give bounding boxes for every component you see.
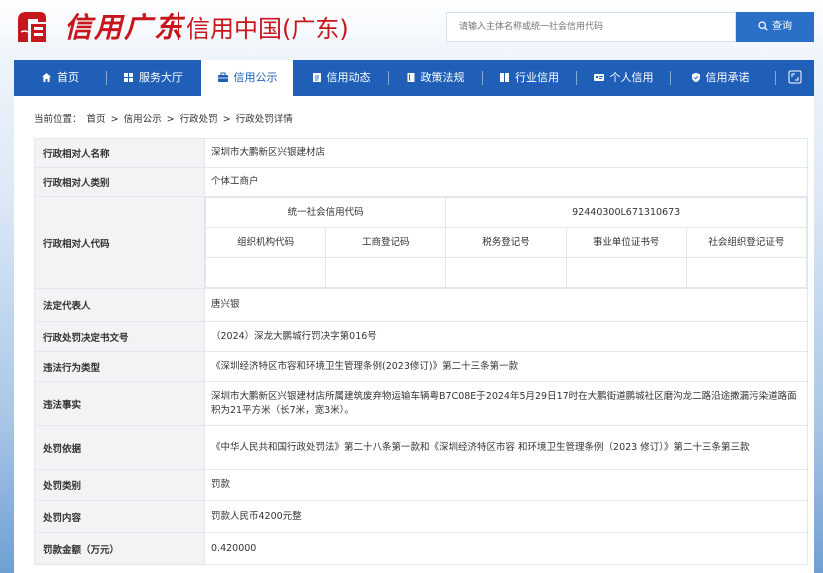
- search-button[interactable]: 查询: [736, 12, 814, 42]
- search-button-label: 查询: [772, 21, 792, 32]
- breadcrumb-prefix: 当前位置：: [34, 114, 82, 125]
- nav-label-policies: 政策法规: [420, 71, 465, 84]
- breadcrumb-item-administrative-penalty[interactable]: 行政处罚: [180, 114, 218, 125]
- row-label: 法定代表人: [34, 288, 205, 322]
- table-row: 处罚内容 罚款人民币4200元整: [34, 500, 808, 533]
- code-subtable-cell: 统一社会信用代码 92440300L671310673 组织机构代码 工商登记码…: [204, 196, 808, 289]
- nav-label-home: 首页: [57, 71, 79, 84]
- id-card-icon: [593, 74, 604, 81]
- org-code-value: [204, 257, 327, 288]
- nav-item-industry-credit[interactable]: 行业信用: [483, 60, 575, 96]
- row-label: 行政相对人类别: [34, 167, 205, 197]
- document-icon: [312, 73, 321, 82]
- breadcrumb-item-credit-disclosure[interactable]: 信用公示: [124, 114, 162, 125]
- penalty-detail-table: 行政相对人名称 深圳市大鹏新区兴银建材店 行政相对人类别 个体工商户 行政相对人…: [34, 138, 808, 565]
- nav-item-credit-disclosure[interactable]: 信用公示: [201, 60, 293, 96]
- site-header: 信用广东 信用中国(广东) 查询: [0, 0, 823, 58]
- table-row: 处罚类别 罚款: [34, 469, 808, 501]
- columns-icon: [500, 73, 509, 82]
- tax-reg-label: 税务登记号: [445, 227, 567, 258]
- business-reg-value: [325, 257, 447, 288]
- business-reg-label: 工商登记码: [325, 227, 447, 258]
- code-subtable: 统一社会信用代码 92440300L671310673 组织机构代码 工商登记码…: [204, 197, 808, 288]
- book-icon: [407, 73, 414, 82]
- row-label: 处罚类别: [34, 469, 205, 501]
- nav-label-service-hall: 服务大厅: [139, 71, 183, 84]
- row-value: 唐兴银: [204, 288, 808, 322]
- row-value: 罚款人民币4200元整: [204, 500, 808, 533]
- nav-item-credit-commitment[interactable]: 信用承诺: [671, 60, 769, 96]
- search-icon: [758, 21, 768, 31]
- content-panel: 当前位置： 首页 > 信用公示 > 行政处罚 > 行政处罚详情 行政相对人名称 …: [14, 96, 814, 573]
- table-row: 行政相对人代码 统一社会信用代码 92440300L671310673 组织机构…: [34, 196, 808, 289]
- table-row: 法定代表人 唐兴银: [34, 288, 808, 322]
- fullscreen-icon: [788, 70, 802, 84]
- table-row: 违法行为类型 《深圳经济特区市容和环境卫生管理条例(2023修订)》第二十三条第…: [34, 351, 808, 382]
- breadcrumb-separator: >: [222, 114, 231, 125]
- public-institution-label: 事业单位证书号: [565, 227, 687, 258]
- nav-label-credit-disclosure: 信用公示: [233, 71, 278, 84]
- row-value: 罚款: [204, 469, 808, 501]
- breadcrumb-separator: >: [166, 114, 175, 125]
- logo-divider: [178, 12, 179, 40]
- social-org-label: 社会组织登记证号: [685, 227, 808, 258]
- row-label: 处罚内容: [34, 500, 205, 533]
- breadcrumb-item-home[interactable]: 首页: [87, 114, 106, 125]
- nav-label-credit-news: 信用动态: [326, 71, 371, 84]
- site-title: 信用中国(广东): [186, 15, 349, 43]
- table-row: 行政相对人名称 深圳市大鹏新区兴银建材店: [34, 138, 808, 168]
- row-value: 《深圳经济特区市容和环境卫生管理条例(2023修订)》第二十三条第一款: [204, 351, 808, 382]
- row-label: 行政相对人名称: [34, 138, 205, 168]
- shield-icon: [691, 72, 700, 83]
- public-institution-value: [565, 257, 687, 288]
- uscc-label: 统一社会信用代码: [204, 197, 447, 228]
- row-value: 深圳市大鹏新区兴银建材店: [204, 138, 808, 168]
- social-org-value: [685, 257, 808, 288]
- org-code-label: 组织机构代码: [204, 227, 327, 258]
- briefcase-icon: [217, 72, 228, 82]
- search-input[interactable]: [446, 12, 736, 42]
- nav-expand-button[interactable]: [778, 60, 812, 96]
- breadcrumb-item-penalty-detail: 行政处罚详情: [235, 114, 293, 125]
- credit-emblem-icon[interactable]: [14, 8, 50, 46]
- row-label: 行政相对人代码: [34, 196, 205, 289]
- nav-item-home[interactable]: 首页: [14, 60, 106, 96]
- logo-script-text: 信用广东: [64, 11, 185, 44]
- table-row: 行政处罚决定书文号 （2024）深龙大鹏城行罚决字第016号: [34, 321, 808, 352]
- row-value: （2024）深龙大鹏城行罚决字第016号: [204, 321, 808, 352]
- table-row: 处罚依据 《中华人民共和国行政处罚法》第二十八条第一款和《深圳经济特区市容 和环…: [34, 425, 808, 470]
- nav-item-credit-news[interactable]: 信用动态: [295, 60, 387, 96]
- main-nav: 首页 服务大厅 信用公示 信用动态 政策法规 行业信用 个人信用 信用承诺: [14, 60, 814, 96]
- nav-divider: [775, 71, 776, 85]
- row-value: 0.420000: [204, 532, 808, 565]
- breadcrumb: 当前位置： 首页 > 信用公示 > 行政处罚 > 行政处罚详情: [34, 111, 295, 125]
- breadcrumb-separator: >: [110, 114, 119, 125]
- row-label: 罚款金额（万元）: [34, 532, 205, 565]
- row-label: 违法行为类型: [34, 351, 205, 382]
- row-label: 处罚依据: [34, 425, 205, 470]
- row-label: 行政处罚决定书文号: [34, 321, 205, 352]
- grid-icon: [124, 73, 133, 82]
- nav-item-policies[interactable]: 政策法规: [389, 60, 481, 96]
- uscc-value: 92440300L671310673: [445, 197, 807, 228]
- tax-reg-value: [445, 257, 567, 288]
- row-label: 违法事实: [34, 381, 205, 426]
- row-value: 深圳市大鹏新区兴银建材店所属建筑废弃物运输车辆粤B7C08E于2024年5月29…: [204, 381, 808, 426]
- row-value: 《中华人民共和国行政处罚法》第二十八条第一款和《深圳经济特区市容 和环境卫生管理…: [204, 425, 808, 470]
- nav-label-personal-credit: 个人信用: [609, 71, 654, 84]
- row-value: 个体工商户: [204, 167, 808, 197]
- nav-label-industry-credit: 行业信用: [515, 71, 559, 84]
- nav-item-personal-credit[interactable]: 个人信用: [577, 60, 669, 96]
- home-icon: [42, 73, 51, 82]
- table-row: 罚款金额（万元） 0.420000: [34, 532, 808, 565]
- table-row: 行政相对人类别 个体工商户: [34, 167, 808, 197]
- nav-item-service-hall[interactable]: 服务大厅: [107, 60, 199, 96]
- table-row: 违法事实 深圳市大鹏新区兴银建材店所属建筑废弃物运输车辆粤B7C08E于2024…: [34, 381, 808, 426]
- nav-label-credit-commitment: 信用承诺: [705, 71, 750, 84]
